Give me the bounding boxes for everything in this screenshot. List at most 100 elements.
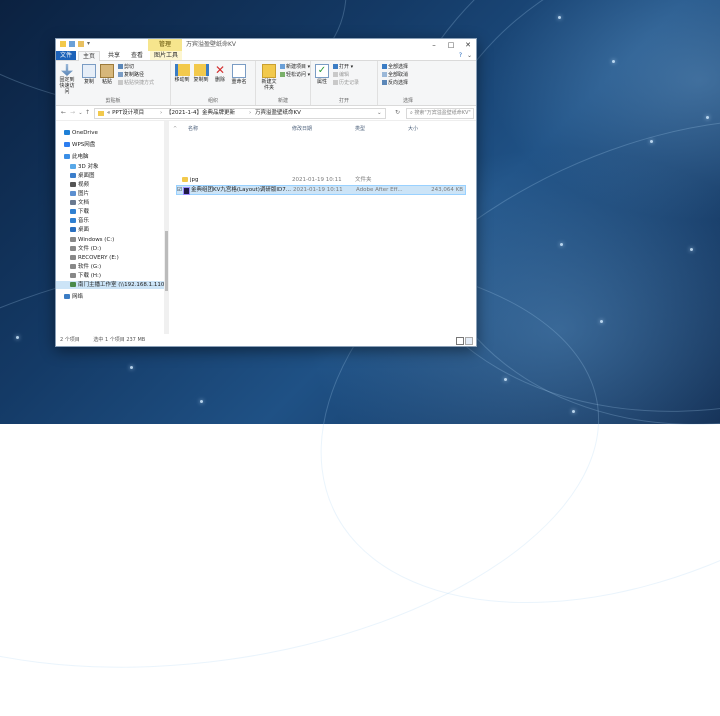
select-all-button[interactable]: 全部选择 [382,64,408,71]
tab-file[interactable]: 文件 [56,51,76,60]
column-header-size[interactable]: 大小 [408,125,418,133]
nav-item-label: 文件 (D:) [78,246,102,252]
nav-item[interactable]: Windows (C:) [56,236,169,244]
nav-item-label: 下载 [78,209,90,215]
back-arrow-icon[interactable]: ← [60,109,67,117]
chevron-down-icon[interactable]: ⌄ [467,51,472,60]
new-folder-icon [262,64,276,78]
column-header-type[interactable]: 类型 [355,125,365,133]
file-row[interactable]: jpg 2021-01-19 10:11 文件夹 [176,176,464,184]
navigation-scrollbar[interactable] [164,121,169,334]
breadcrumb-2[interactable]: 万宾溢盈壁纸命KV [255,109,301,118]
file-type: 文件夹 [355,177,372,183]
nav-item[interactable]: 网络 [56,293,169,301]
folder-icon[interactable] [60,41,66,47]
computer-icon [64,154,70,159]
easy-access-button[interactable]: 轻松访问 ▾ [280,72,310,79]
edit-label: 编辑 [339,72,350,78]
group-label: 选择 [402,98,413,104]
new-item-button[interactable]: 新建项目 ▾ [280,64,310,71]
select-none-button[interactable]: 全部取消 [382,72,408,79]
file-row[interactable]: ☑ 金典组团KV九宫格(Layout)调研版ID7... 2021-01-19 10… [176,185,466,195]
pin-quick-access-button[interactable]: 固定到快速访问 [58,64,76,95]
group-select: 全部选择 全部取消 反向选择 选择 [378,61,438,105]
nav-item[interactable]: 桌面图 [56,172,169,180]
new-folder-button[interactable]: 新建文件夹 [260,64,278,91]
cut-button[interactable]: 剪切 [118,64,134,71]
close-button[interactable]: ✕ [460,39,476,51]
column-header-name[interactable]: 名称 [188,125,198,133]
drive-icon [70,273,76,278]
wallpaper-sparkle [16,336,19,339]
new-folder-label: 新建文件夹 [261,79,277,91]
item-count: 2 个项目 [60,337,80,343]
rename-button[interactable]: 重命名 [230,64,248,85]
paste-shortcut-button[interactable]: 粘贴快捷方式 [118,80,154,87]
large-icons-view-icon[interactable] [465,337,473,345]
group-organize: 移动到 复制到 ✕ 删除 重命名 组织 [171,61,256,105]
move-to-button[interactable]: 移动到 [173,64,191,83]
group-label: 剪贴板 [105,98,121,104]
open-button[interactable]: 打开 ▾ [333,64,353,71]
new-folder-icon[interactable] [78,41,84,47]
nav-item[interactable]: OneDrive [56,129,169,137]
nav-item[interactable]: 下载 [56,208,169,216]
history-button[interactable]: 历史记录 [333,80,359,87]
edit-button[interactable]: 编辑 [333,72,349,79]
nav-item[interactable]: 视频 [56,181,169,189]
tab-share[interactable]: 共享 [104,51,124,60]
copy-button[interactable]: 复制 [80,64,98,85]
paste-button[interactable]: 粘贴 [98,64,116,85]
context-tab-manage[interactable]: 管理 [148,39,182,51]
wallpaper-sparkle [690,248,693,251]
scrollbar-thumb[interactable] [165,231,168,291]
properties-icon[interactable] [69,41,75,47]
nav-item[interactable]: 下载 (H:) [56,272,169,280]
nav-item[interactable]: WPS网盘 [56,141,169,149]
nav-item[interactable]: RECOVERY (E:) [56,254,169,262]
column-header-modified[interactable]: 修改日期 [292,125,312,133]
pin-label: 固定到快速访问 [59,77,75,95]
wallpaper-sparkle [612,60,615,63]
breadcrumb-1[interactable]: 【2021-1-4】金典品牌更新 [166,109,235,118]
nav-item-label: 音乐 [78,218,90,224]
chevron-down-icon[interactable]: ⌄ [377,109,382,118]
properties-button[interactable]: ✓ 属性 [313,64,331,85]
address-box[interactable]: « PPT设计项目 › 【2021-1-4】金典品牌更新 › 万宾溢盈壁纸命KV… [94,108,386,119]
tab-home[interactable]: 主页 [78,51,101,61]
help-icon[interactable]: ? [459,51,462,60]
tab-picture-tools[interactable]: 图片工具 [150,51,183,60]
copy-to-button[interactable]: 复制到 [192,64,210,83]
delete-label: 删除 [214,77,225,83]
maximize-button[interactable]: □ [443,39,459,51]
up-arrow-icon[interactable]: ↑ [84,109,91,117]
wallpaper-sparkle [560,243,563,246]
wallpaper-sparkle [600,320,603,323]
forward-arrow-icon[interactable]: → [69,109,76,117]
details-view-icon[interactable] [456,337,464,345]
delete-button[interactable]: ✕ 删除 [211,64,229,83]
nav-item[interactable]: 软件 (G:) [56,263,169,271]
nav-item[interactable]: 文件 (D:) [56,245,169,253]
copy-path-button[interactable]: 复制路径 [118,72,144,79]
nav-item[interactable]: 图片 [56,190,169,198]
chevron-down-icon[interactable]: ▾ [87,41,92,47]
nav-item[interactable]: 文档 [56,199,169,207]
nav-item[interactable]: 3D 对象 [56,163,169,171]
navigation-pane: OneDrive WPS网盘此电脑 3D 对象 桌面图 视频 图片 文档下载音乐桌面 Wind… [56,121,169,334]
nav-item[interactable]: 南门主播工作室 (\\192.168.1.110) (Z:) [56,281,169,289]
nav-item[interactable]: 此电脑 [56,153,169,161]
refresh-icon[interactable]: ↻ [394,109,401,117]
search-input[interactable]: ⌕ 搜索"万宾溢盈壁纸命KV" [406,108,474,119]
row-checkbox[interactable]: ☑ [177,186,182,194]
nav-item[interactable]: 音乐 [56,217,169,225]
select-none-label: 全部取消 [388,72,409,78]
recent-locations-chevron-icon[interactable]: ⌄ [77,109,84,117]
breadcrumb-separator: › [249,110,252,116]
nav-item[interactable]: 桌面 [56,226,169,234]
tab-view[interactable]: 查看 [127,51,147,60]
breadcrumb-0[interactable]: « PPT设计项目 [107,109,144,118]
invert-selection-button[interactable]: 反向选择 [382,80,408,87]
music-icon [70,218,76,223]
minimize-button[interactable]: – [426,39,442,51]
